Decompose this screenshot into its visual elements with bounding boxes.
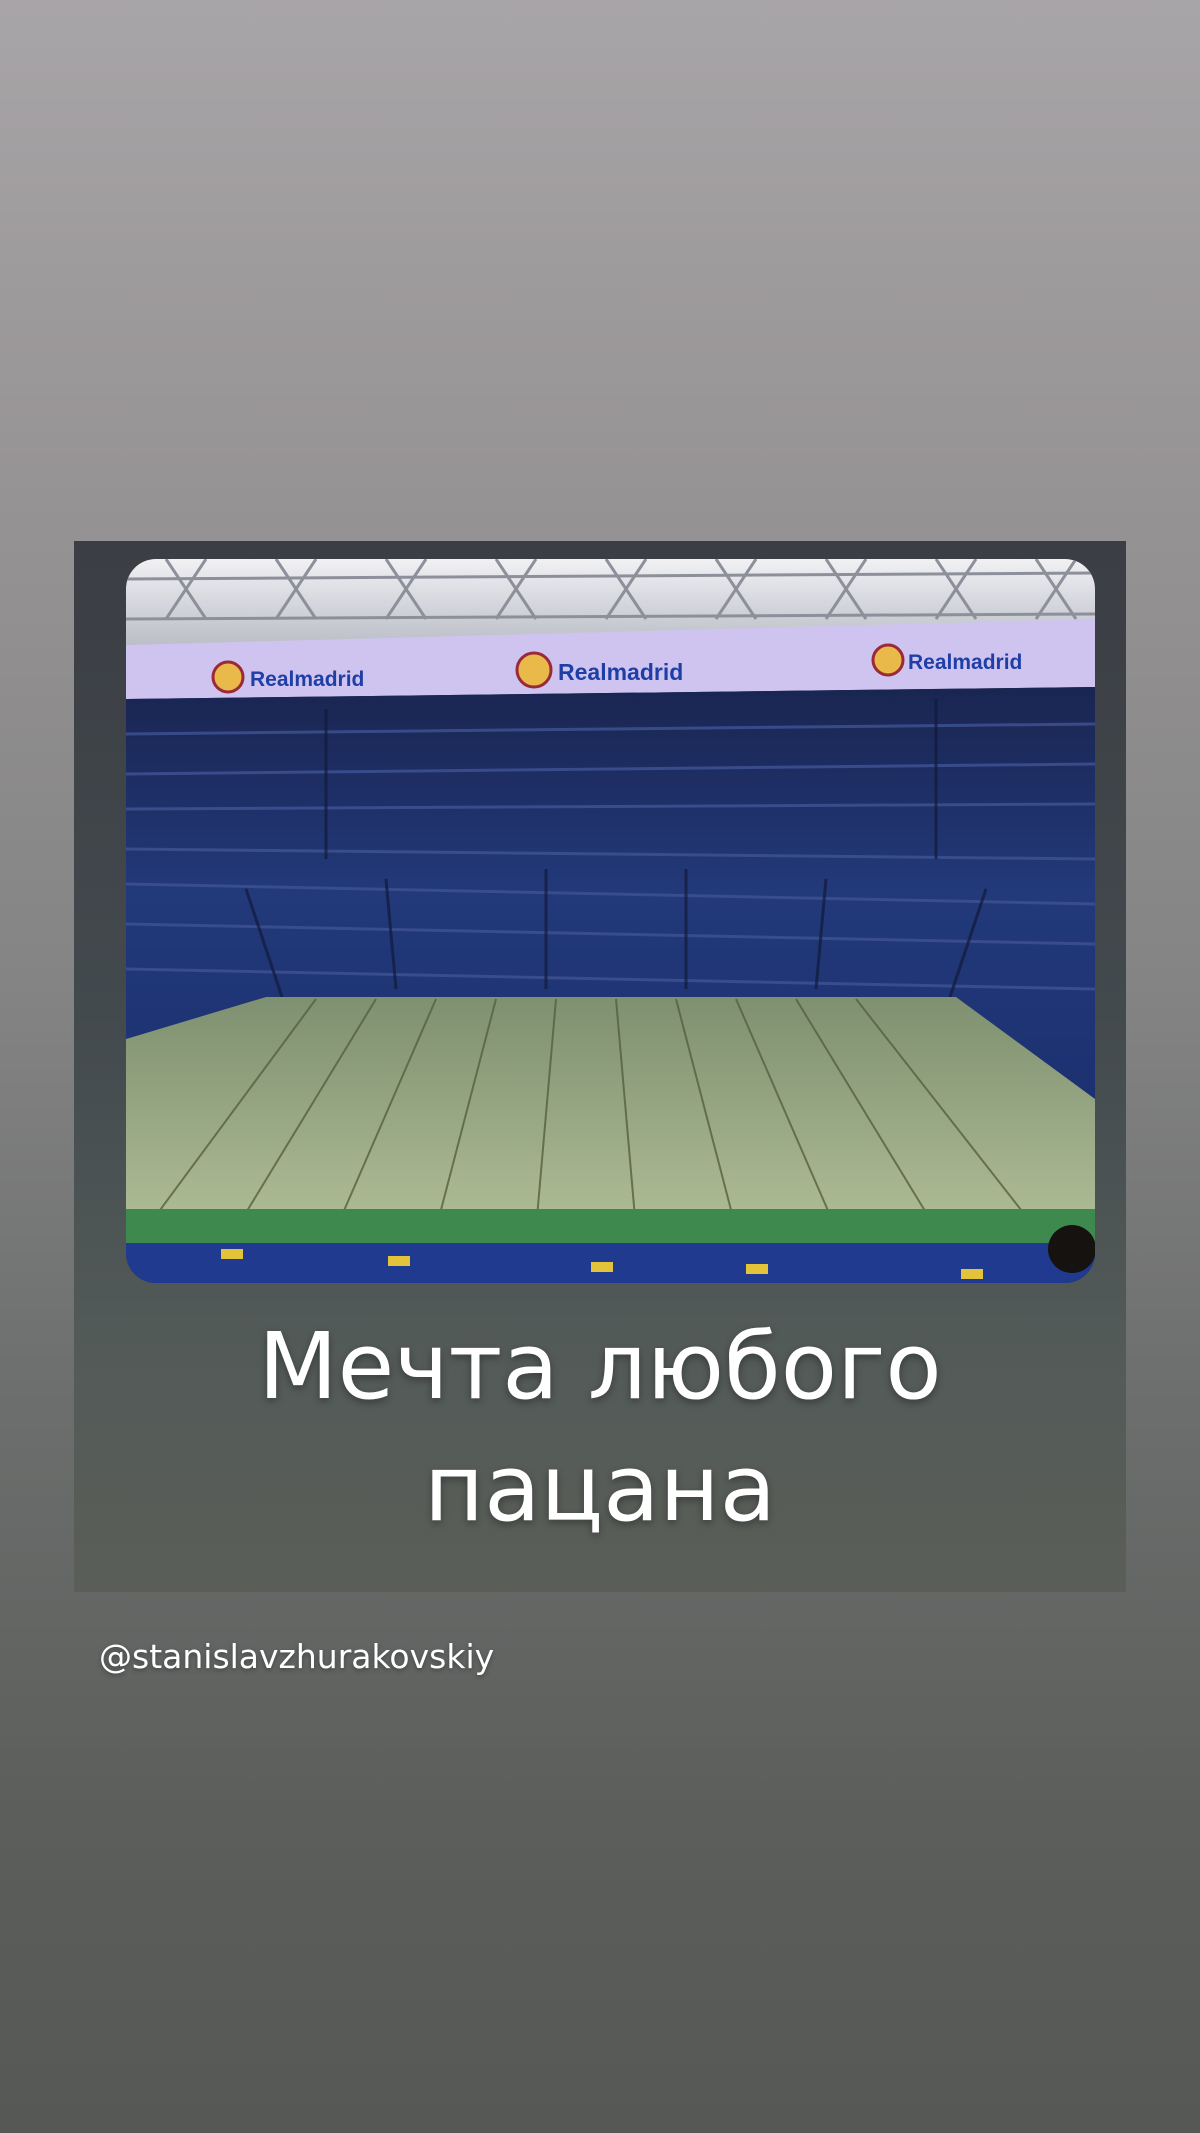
story-caption: Мечта любого пацана [74,1306,1126,1550]
caption-line-2: пацана [423,1435,777,1542]
caption-line-1: Мечта любого [258,1313,942,1420]
stadium-photo: Realmadrid Realmadrid Realmadrid [126,559,1095,1283]
stadium-illustration: Realmadrid Realmadrid Realmadrid [126,559,1095,1283]
banner-brand-3: Realmadrid [908,651,1022,674]
banner-brand-1: Realmadrid [250,668,364,691]
banner-brand-2: Realmadrid [558,659,683,685]
story-card: Realmadrid Realmadrid Realmadrid Мечта л… [74,541,1126,1592]
user-mention[interactable]: @stanislavzhurakovskiy [99,1637,494,1676]
